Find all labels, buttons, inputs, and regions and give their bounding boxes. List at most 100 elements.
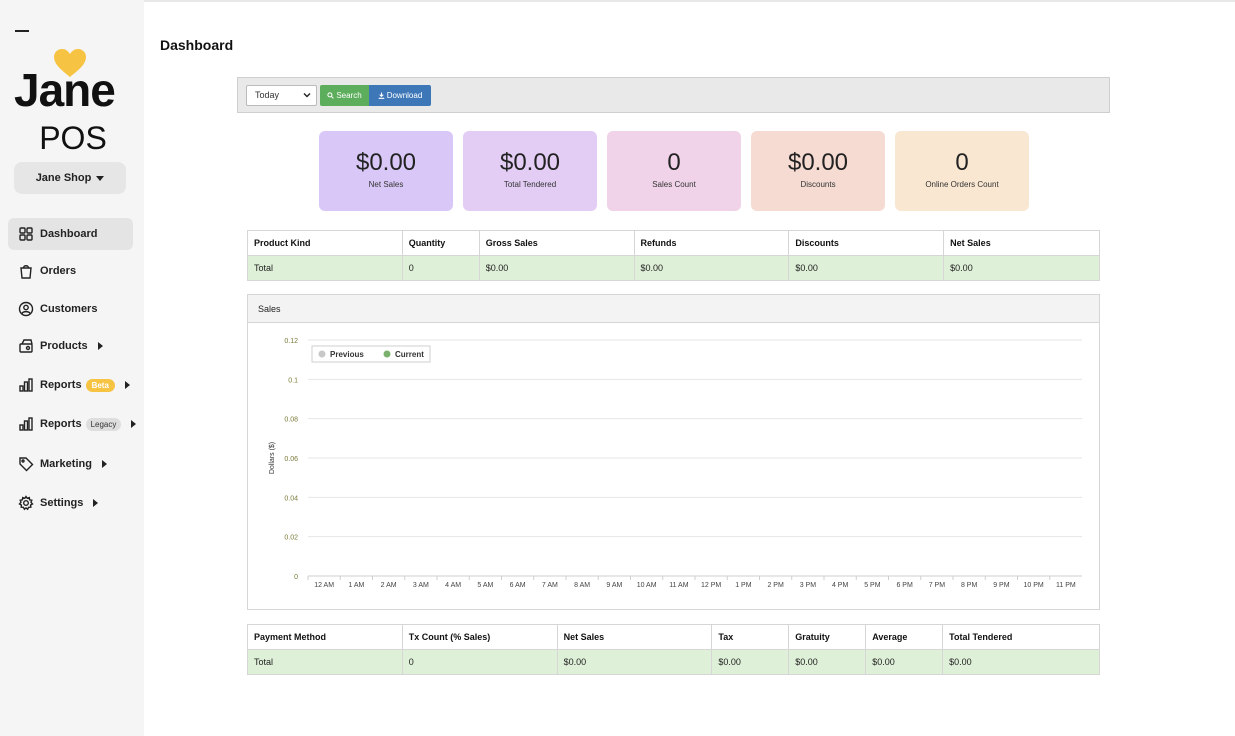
x-tick-label: 2 AM (381, 582, 397, 589)
table-cell: $0.00 (942, 649, 1100, 675)
x-tick-label: 10 PM (1024, 582, 1044, 589)
beta-badge: Beta (85, 378, 115, 392)
x-tick-label: 9 AM (606, 582, 622, 589)
card-value: $0.00 (499, 149, 561, 176)
table-cell: $0.00 (711, 649, 790, 675)
date-range-select[interactable]: Today (246, 85, 317, 106)
column-header: Gratuity (788, 624, 867, 650)
search-button[interactable]: Search (320, 85, 369, 106)
gear-icon (18, 495, 34, 511)
y-tick-label: 0.02 (284, 535, 298, 542)
sidebar-item-label: Dashboard (40, 228, 98, 240)
table-cell: $0.00 (788, 255, 945, 281)
column-header: Payment Method (247, 624, 403, 650)
logo-wordmark: Jane (14, 64, 116, 116)
shop-label: Jane Shop (35, 172, 92, 184)
table-header-row: Product Kind Quantity Gross Sales Refund… (247, 230, 1100, 256)
x-tick-label: 4 AM (445, 582, 461, 589)
tag-icon (19, 457, 34, 472)
table-cell: $0.00 (865, 649, 944, 675)
x-tick-label: 1 AM (348, 582, 364, 589)
date-range-value: Today (255, 90, 280, 100)
column-header: Gross Sales (478, 230, 635, 256)
legend-label: Current (395, 350, 424, 359)
y-axis-label: Dollars ($) (269, 442, 276, 474)
legacy-badge: Legacy (85, 417, 122, 431)
download-button[interactable]: Download (369, 85, 431, 106)
sidebar-item-settings[interactable]: Settings (8, 487, 133, 519)
column-header: Refunds (633, 230, 790, 256)
table-cell: $0.00 (478, 255, 635, 281)
column-header: Average (865, 624, 944, 650)
column-header: Net Sales (556, 624, 713, 650)
x-tick-label: 6 AM (510, 582, 526, 589)
x-tick-label: 5 AM (477, 582, 493, 589)
sidebar-item-customers[interactable]: Customers (8, 293, 133, 325)
table-total-row: Total 0 $0.00 $0.00 $0.00 $0.00 (247, 255, 1100, 281)
y-tick-label: 0 (294, 574, 298, 581)
chevron-right-icon (124, 381, 130, 389)
x-tick-label: 9 PM (993, 582, 1010, 589)
x-tick-label: 2 PM (767, 582, 784, 589)
caret-down-icon (96, 175, 105, 181)
sidebar-item-dashboard[interactable]: Dashboard (8, 218, 133, 250)
x-tick-label: 3 AM (413, 582, 429, 589)
sales-chart: 0.12 0.1 0.08 0.06 0.04 0.02 0 12 AM 1 AM 2 AM 3 A… (269, 338, 1082, 589)
x-tick-label: 3 PM (800, 582, 817, 589)
card-label: Net Sales (368, 180, 404, 189)
sidebar-item-products[interactable]: Products (8, 330, 133, 362)
table-cell: Total (247, 649, 403, 675)
card-label: Discounts (800, 180, 836, 189)
table-header-row: Payment Method Tx Count (% Sales) Net Sa… (247, 624, 1100, 650)
sidebar-item-label: Marketing (40, 458, 92, 470)
filter-toolbar: Today Search Download (237, 77, 1110, 113)
column-header: Tax (711, 624, 790, 650)
legend-swatch (383, 350, 391, 358)
bar-chart-icon (19, 417, 33, 431)
card-label: Total Tendered (503, 180, 557, 189)
chevron-right-icon (101, 460, 107, 468)
sales-count-card: 0 Sales Count (607, 131, 741, 211)
discounts-card: $0.00 Discounts (751, 131, 885, 211)
online-orders-count-card: 0 Online Orders Count (895, 131, 1029, 211)
payment-method-table: Payment Method Tx Count (% Sales) Net Sa… (247, 624, 1100, 675)
x-tick-label: 8 PM (961, 582, 978, 589)
card-value: $0.00 (355, 149, 417, 176)
user-circle-icon (18, 301, 34, 317)
y-tick-label: 0.12 (284, 338, 298, 345)
column-header: Quantity (401, 230, 480, 256)
x-tick-label: 12 PM (701, 582, 721, 589)
x-tick-label: 8 AM (574, 582, 590, 589)
card-value: $0.00 (787, 149, 849, 176)
grid-icon (19, 227, 33, 241)
net-sales-card: $0.00 Net Sales (319, 131, 453, 211)
table-cell: 0 (401, 255, 480, 281)
card-value: 0 (955, 149, 969, 176)
sidebar-item-reports-legacy[interactable]: Reports Legacy (8, 408, 137, 440)
menu-toggle-icon[interactable] (15, 30, 29, 32)
legend-label: Previous (330, 350, 364, 359)
shop-selector-button[interactable]: Jane Shop (14, 162, 126, 194)
column-header: Discounts (788, 230, 945, 256)
table-cell: $0.00 (788, 649, 867, 675)
search-label: Search (336, 91, 362, 100)
bar-chart-icon (19, 378, 33, 392)
sidebar-item-marketing[interactable]: Marketing (8, 448, 133, 480)
table-cell: $0.00 (556, 649, 713, 675)
card-label: Sales Count (652, 180, 696, 189)
sidebar-item-label: Settings (40, 497, 84, 509)
chevron-right-icon (97, 342, 103, 350)
sidebar-item-label: Orders (40, 265, 77, 277)
table-cell: Total (247, 255, 403, 281)
sidebar-item-orders[interactable]: Orders (8, 255, 133, 287)
x-tick-label: 10 AM (637, 582, 657, 589)
products-icon (19, 339, 33, 353)
chevron-down-icon (303, 93, 311, 98)
column-header: Total Tendered (942, 624, 1100, 650)
sidebar-item-reports-beta[interactable]: Reports Beta (8, 369, 133, 401)
x-tick-label: 4 PM (832, 582, 849, 589)
x-tick-label: 5 PM (864, 582, 881, 589)
x-tick-label: 6 PM (896, 582, 913, 589)
x-tick-label: 1 PM (735, 582, 752, 589)
total-tendered-card: $0.00 Total Tendered (463, 131, 597, 211)
